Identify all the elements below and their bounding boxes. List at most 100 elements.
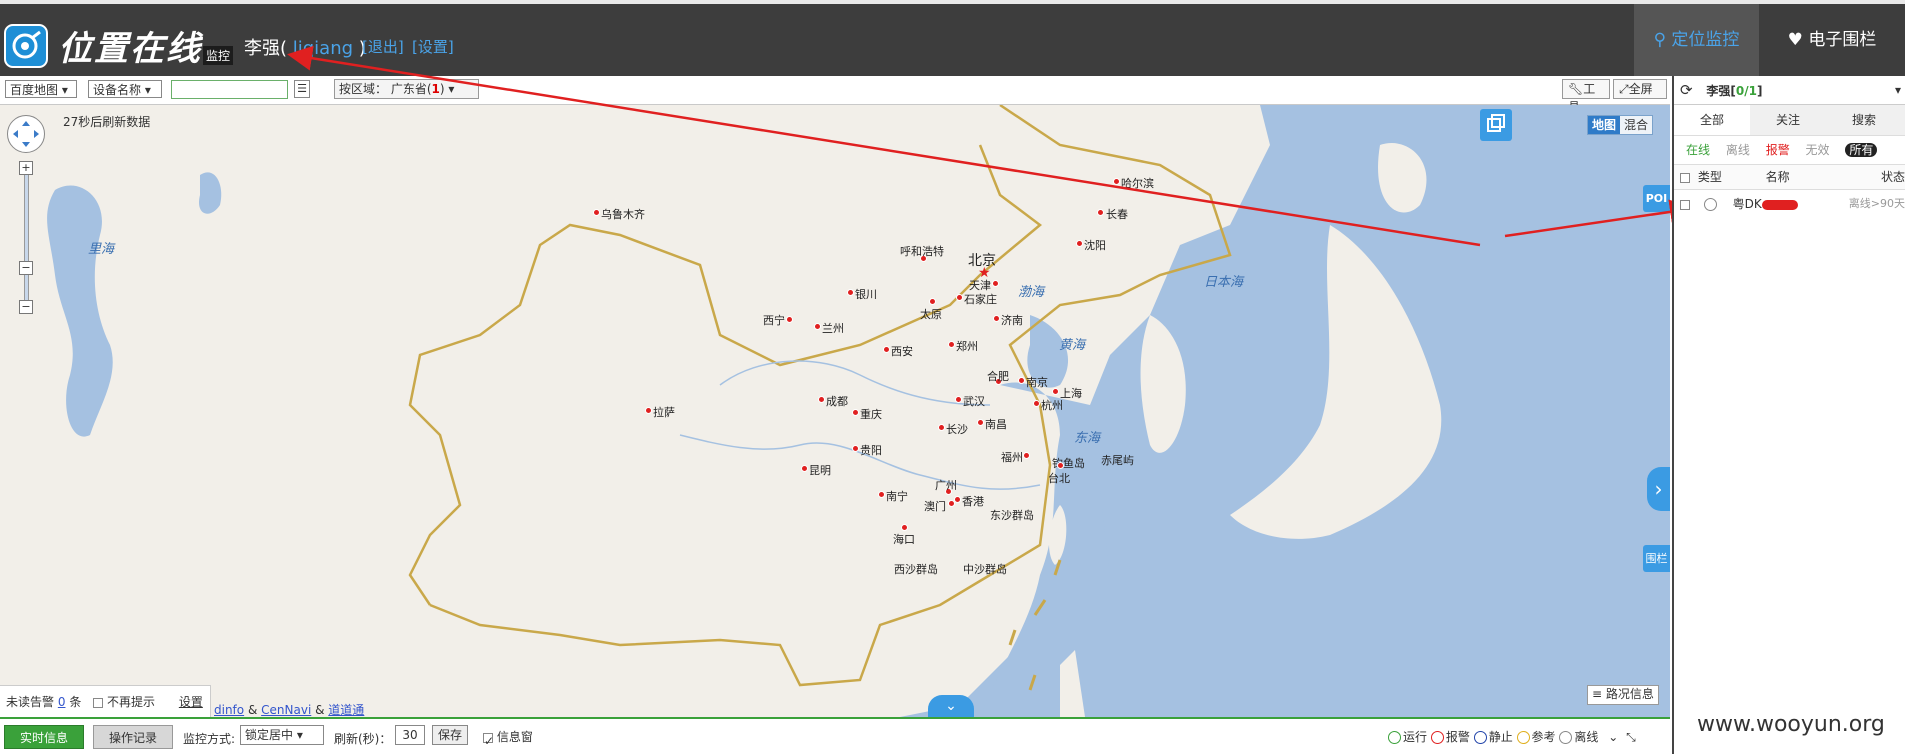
region-close: ) [439, 82, 445, 96]
settings-link[interactable]: [设置] [412, 36, 454, 57]
city-label: 石家庄 [964, 293, 997, 306]
nav-geofence[interactable]: ♥ 电子围栏 [1762, 4, 1902, 76]
city-dot [814, 323, 821, 330]
tools-button[interactable]: 🔧︎工具 [1562, 79, 1610, 114]
group-close: ] [1757, 84, 1763, 98]
map-canvas[interactable]: 乌鲁木齐 哈尔滨 长春 沈阳 呼和浩特 北京 ★ 天津 石家庄 太原 银川 济南… [0, 105, 1670, 717]
refresh-icon[interactable]: ⟳ [1680, 81, 1693, 99]
group-title[interactable]: 李强[0/1] [1706, 84, 1762, 98]
city-label: 西安 [891, 345, 913, 358]
attrib-link[interactable]: 道道通 [328, 703, 364, 717]
map-attribution: dinfo & CenNavi & 道道通 [214, 701, 364, 717]
fence-button[interactable]: 围栏 [1643, 545, 1670, 572]
logo-text: 位置在线 [58, 29, 202, 69]
realtime-info-button[interactable]: 实时信息 [4, 725, 84, 749]
device-name[interactable]: 粤DK [1733, 197, 1762, 211]
tab-all[interactable]: 全部 [1674, 105, 1750, 135]
resize-icon[interactable]: ⤡ [1626, 730, 1636, 744]
city-label: 杭州 [1041, 399, 1063, 412]
alarm-settings-link[interactable]: 设置 [179, 695, 203, 709]
device-status: 离线>90天 [1848, 197, 1905, 210]
tab-search[interactable]: 搜索 [1826, 105, 1902, 135]
city-dot [852, 445, 859, 452]
zoom-handle[interactable]: − [19, 261, 33, 275]
maptype-mixed-button[interactable]: 混合 [1620, 116, 1652, 134]
row-checkbox[interactable] [1680, 199, 1690, 210]
sea-label: 黄海 [1059, 338, 1086, 353]
city-label: 济南 [1001, 314, 1023, 327]
traffic-info-button[interactable]: ≡ 路况信息 [1587, 685, 1659, 705]
device-search-input[interactable] [171, 80, 288, 99]
expand-icon: ⤢ [1619, 82, 1629, 96]
pan-control[interactable] [7, 115, 45, 153]
sea-label: 里海 [88, 242, 115, 257]
list-icon[interactable]: ☰ [294, 80, 310, 98]
chevron-down-icon[interactable]: ⌄ [928, 695, 974, 717]
attrib-link[interactable]: dinfo [214, 703, 244, 717]
double-chevron-down-icon[interactable]: ⌄ [1608, 730, 1618, 744]
select-all-checkbox[interactable] [1680, 172, 1690, 183]
search-field-select[interactable]: 设备名称 ▾ [88, 80, 162, 98]
tab-followed[interactable]: 关注 [1750, 105, 1826, 135]
city-label: 郑州 [956, 340, 978, 353]
city-dot [801, 465, 808, 472]
poi-button[interactable]: POI [1643, 185, 1670, 212]
unread-alarm-label: 未读告警 [6, 695, 55, 709]
nav-location-monitor[interactable]: ⚲ 定位监控 [1634, 4, 1759, 76]
info-window-toggle[interactable]: ✓ 信息窗 [483, 728, 533, 748]
legend-label: 运行 [1403, 730, 1428, 744]
region-filter[interactable]: 按区域： 广东省(1) ▾ [334, 79, 479, 99]
city-dot [645, 407, 652, 414]
attrib-link[interactable]: CenNavi [261, 703, 311, 717]
city-dot [1018, 377, 1025, 384]
city-label: 海口 [893, 533, 915, 546]
city-dot [593, 209, 600, 216]
city-dot [993, 315, 1000, 322]
map-provider-select[interactable]: 百度地图 ▾ [5, 80, 77, 98]
logout-link[interactable]: [退出] [362, 36, 404, 57]
sea-label: 日本海 [1204, 275, 1244, 290]
column-name: 名称 [1765, 170, 1790, 184]
city-label: 南京 [1026, 376, 1048, 389]
save-button[interactable]: 保存 [432, 725, 468, 745]
info-window-label: 信息窗 [496, 730, 533, 744]
legend-label: 报警 [1445, 730, 1470, 744]
city-label: 银川 [855, 288, 877, 301]
chevron-right-icon[interactable]: › [1647, 467, 1670, 511]
refresh-interval-input[interactable]: 30 [395, 725, 425, 745]
monitor-mode-select[interactable]: 锁定居中 ▾ [240, 725, 324, 745]
operation-log-button[interactable]: 操作记录 [93, 725, 173, 749]
city-dot [1023, 452, 1030, 459]
city-dot [1076, 240, 1083, 247]
filter-offline[interactable]: 离线 [1726, 143, 1750, 157]
current-user: 李强( liqiang ) [244, 34, 366, 60]
caret-down-icon[interactable]: ▾ [1895, 76, 1901, 104]
city-dot [955, 396, 962, 403]
search-field-value: 设备名称 [93, 83, 142, 97]
filter-all[interactable]: 所有 [1845, 143, 1878, 157]
island-label: 赤尾屿 [1101, 454, 1134, 467]
unread-alarm-count[interactable]: 0 [58, 695, 66, 709]
filter-alarm[interactable]: 报警 [1766, 143, 1790, 157]
city-label: 兰州 [822, 322, 844, 335]
fullscreen-label: 全屏 [1628, 82, 1653, 96]
zoom-slider[interactable] [24, 163, 29, 313]
city-label: 台北 [1048, 472, 1070, 485]
fullscreen-button[interactable]: ⤢全屏 [1613, 79, 1667, 99]
unread-alarm-unit: 条 [69, 695, 82, 709]
island-label: 西沙群岛 [894, 563, 938, 576]
city-dot [883, 346, 890, 353]
traffic-icon: ≡ [1592, 687, 1603, 701]
maptype-map-button[interactable]: 地图 [1588, 116, 1621, 134]
zoom-out-button[interactable]: − [19, 300, 33, 314]
zoom-in-button[interactable]: + [19, 161, 33, 175]
alarm-notice: 未读告警 0 条 不再提示 设置 [0, 685, 211, 717]
info-window-checkbox[interactable]: ✓ [483, 732, 494, 748]
filter-online[interactable]: 在线 [1686, 143, 1710, 157]
table-row[interactable]: 粤DK 离线>90天 [1674, 190, 1905, 218]
column-status: 状态 [1880, 170, 1905, 184]
filter-invalid[interactable]: 无效 [1806, 143, 1830, 157]
overlay-copy-icon[interactable] [1480, 109, 1512, 141]
city-label: 成都 [826, 395, 848, 408]
no-prompt-checkbox[interactable] [93, 697, 104, 708]
